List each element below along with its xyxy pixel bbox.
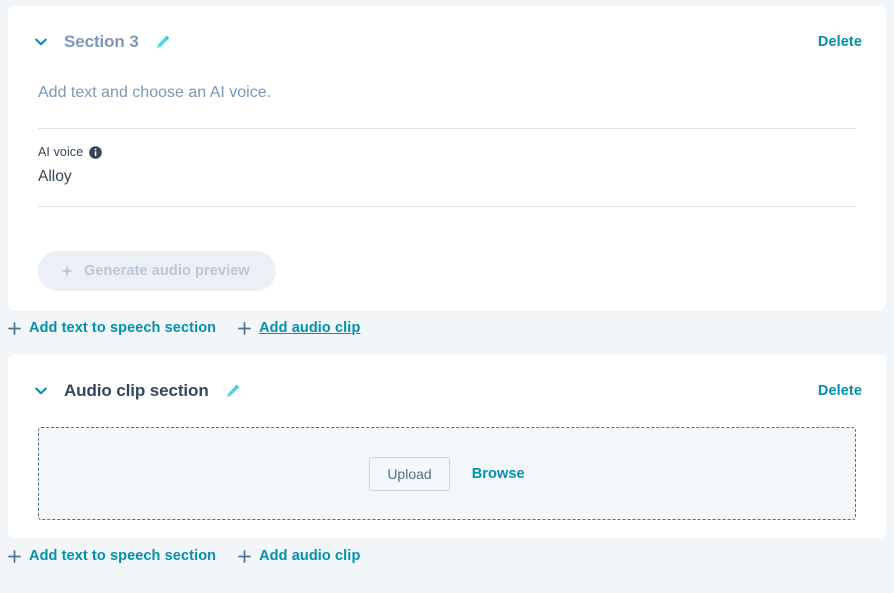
chevron-down-icon[interactable]	[30, 31, 52, 53]
plus-icon	[238, 321, 251, 335]
audio-file-dropzone[interactable]: Upload Browse	[38, 427, 856, 520]
plus-icon	[8, 321, 21, 335]
delete-button[interactable]: Delete	[818, 383, 862, 399]
ai-voice-select-value[interactable]: Alloy	[38, 168, 856, 186]
add-section-row: Add text to speech section Add audio cli…	[8, 320, 360, 336]
generate-audio-preview-row: Generate audio preview	[38, 251, 276, 291]
info-icon[interactable]	[89, 145, 103, 159]
pencil-icon[interactable]	[223, 381, 243, 401]
delete-button[interactable]: Delete	[818, 34, 862, 50]
add-audio-clip-button[interactable]: Add audio clip	[238, 548, 360, 564]
plus-icon	[238, 549, 251, 563]
add-audio-clip-label: Add audio clip	[259, 320, 361, 336]
add-text-to-speech-section-button[interactable]: Add text to speech section	[8, 320, 216, 336]
ai-voice-field: AI voice Alloy	[38, 129, 856, 206]
generate-audio-preview-button[interactable]: Generate audio preview	[38, 251, 276, 291]
tts-body: Add text and choose an AI voice. AI voic…	[38, 82, 856, 207]
ai-voice-label-row: AI voice	[38, 145, 856, 159]
add-text-to-speech-section-button[interactable]: Add text to speech section	[8, 548, 216, 564]
browse-link[interactable]: Browse	[472, 466, 525, 482]
audio-clip-section-card: Audio clip section Delete Upload Browse	[8, 355, 886, 538]
add-audio-clip-label: Add audio clip	[259, 548, 361, 564]
section-header: Section 3 Delete	[8, 6, 886, 78]
add-text-to-speech-section-label: Add text to speech section	[29, 320, 217, 336]
generate-audio-preview-label: Generate audio preview	[84, 263, 250, 279]
page-title: Section 3	[64, 32, 139, 51]
divider	[38, 206, 856, 207]
audio-sections-editor: Section 3 Delete Add text and choose an …	[0, 0, 894, 593]
sparkle-icon	[60, 264, 74, 278]
add-section-row: Add text to speech section Add audio cli…	[8, 548, 360, 564]
tts-text-input[interactable]: Add text and choose an AI voice.	[38, 82, 856, 128]
add-audio-clip-button[interactable]: Add audio clip	[238, 320, 360, 336]
chevron-down-icon[interactable]	[30, 380, 52, 402]
upload-button[interactable]: Upload	[369, 456, 450, 491]
add-text-to-speech-section-label: Add text to speech section	[29, 548, 217, 564]
text-to-speech-section-card: Section 3 Delete Add text and choose an …	[8, 6, 886, 310]
plus-icon	[8, 549, 21, 563]
pencil-icon[interactable]	[153, 32, 173, 52]
page-title: Audio clip section	[64, 381, 209, 400]
section-header: Audio clip section Delete	[8, 355, 886, 427]
ai-voice-label: AI voice	[38, 145, 84, 159]
